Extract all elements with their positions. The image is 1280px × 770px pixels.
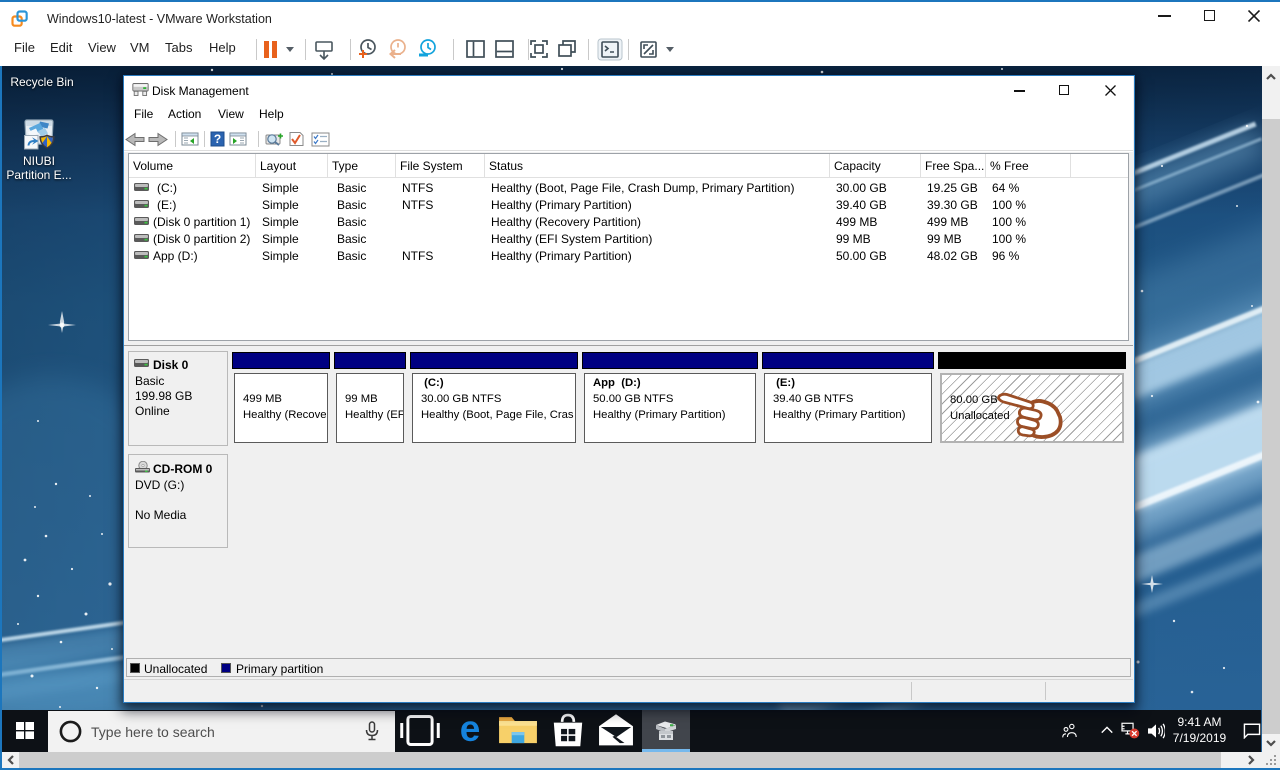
svg-text:?: ? (214, 132, 221, 146)
